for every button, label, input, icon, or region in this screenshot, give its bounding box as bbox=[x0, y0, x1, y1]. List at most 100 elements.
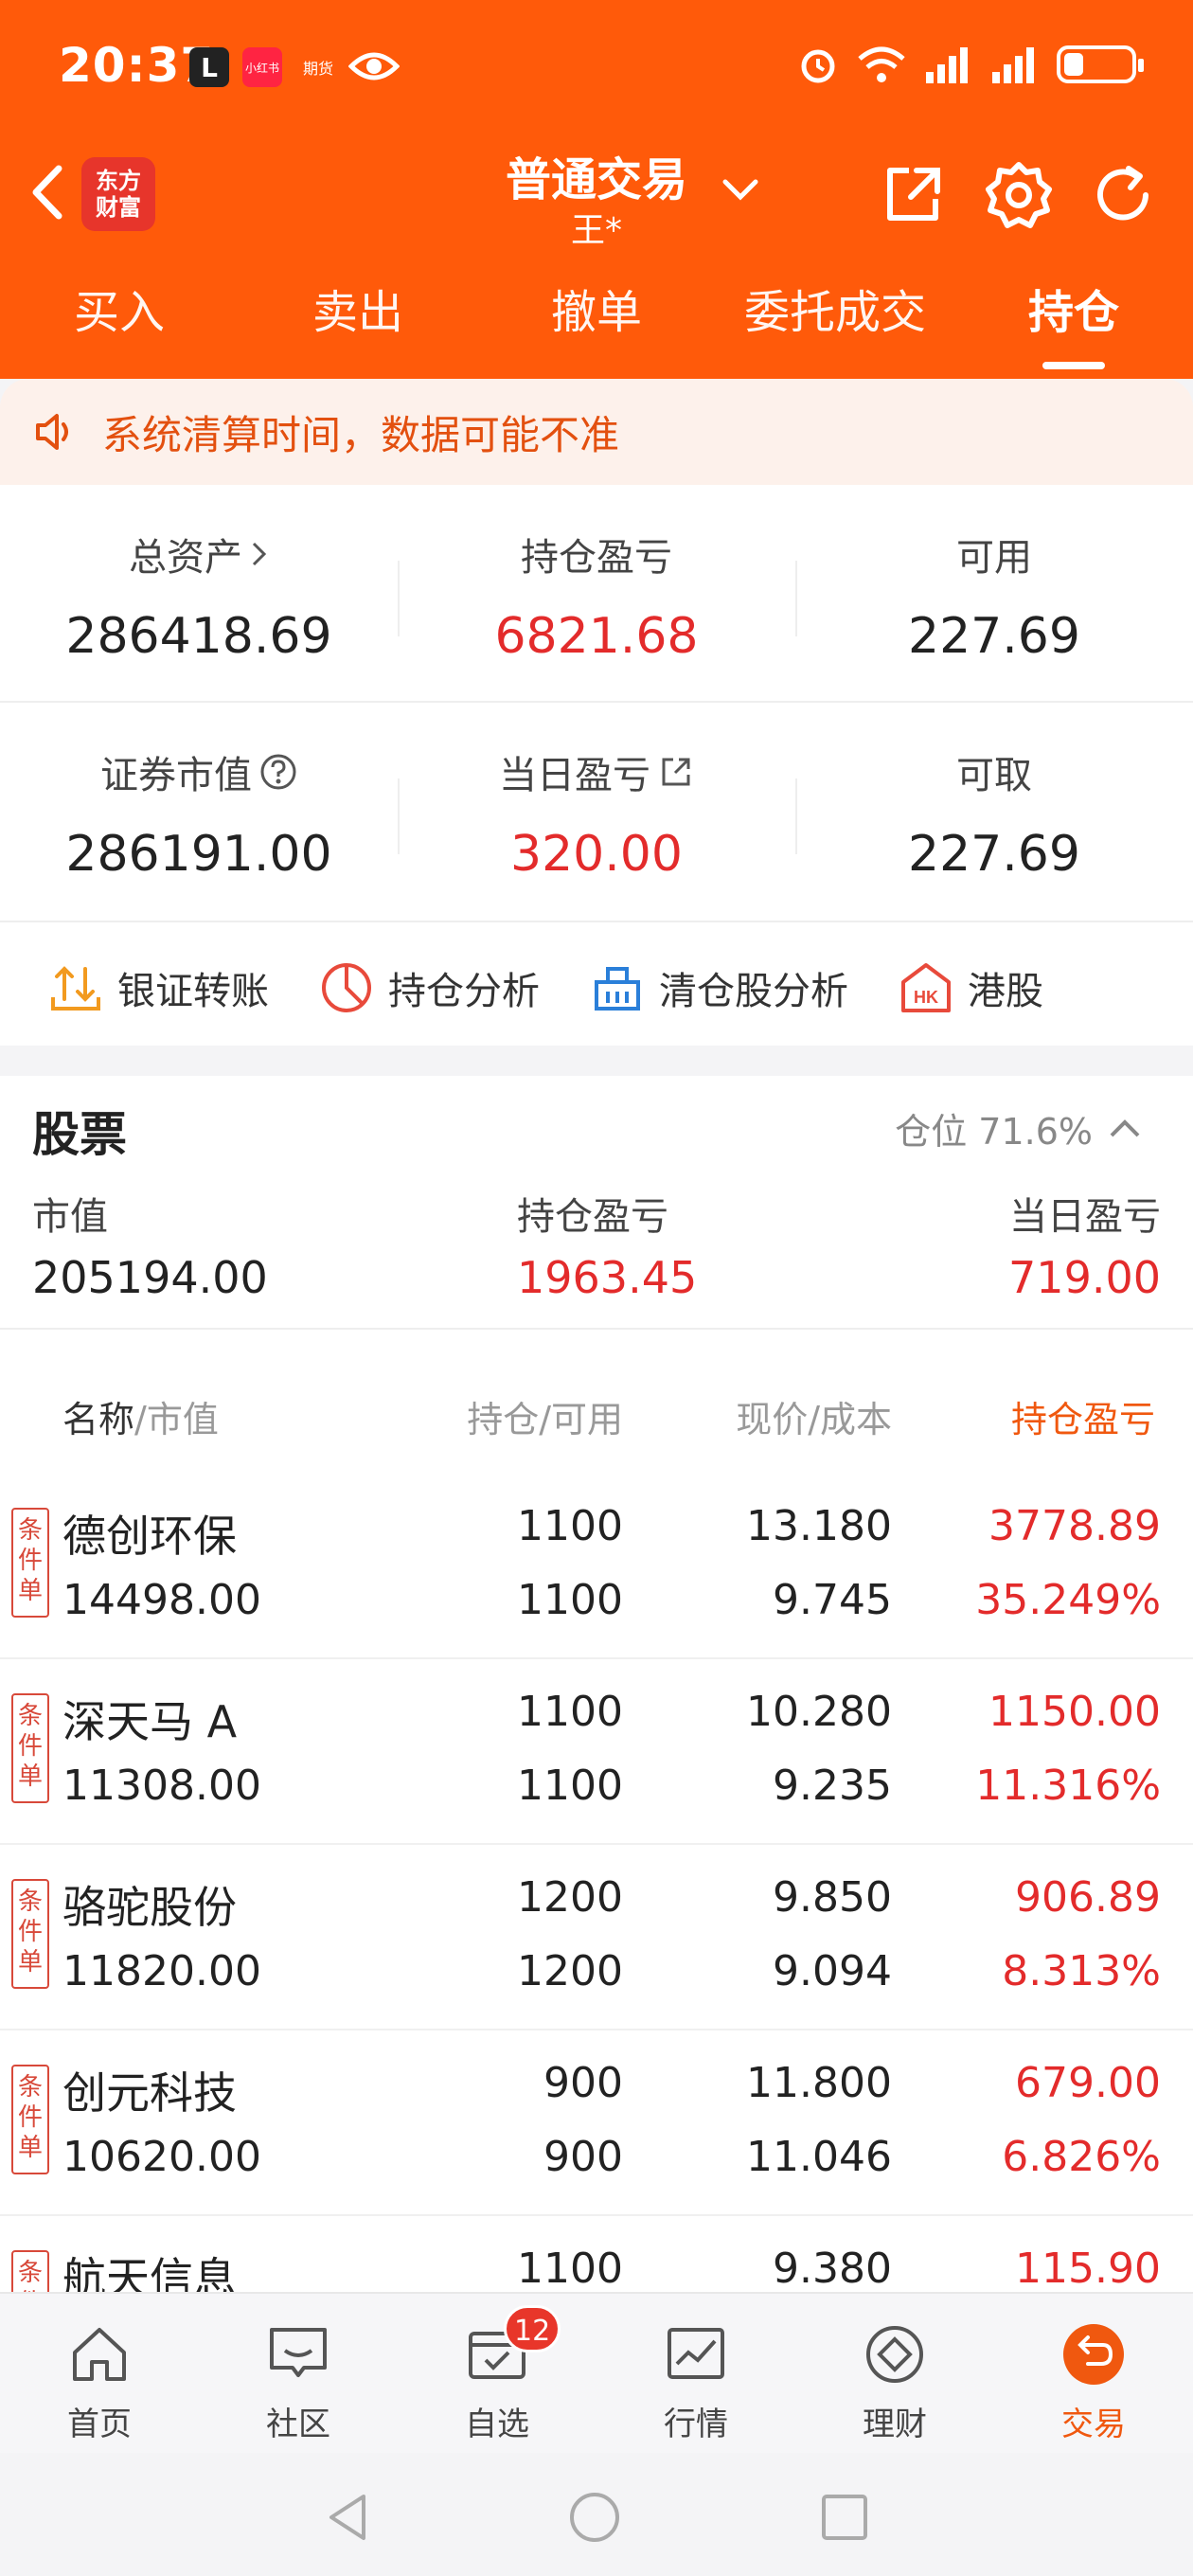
tool-position-analysis[interactable]: 持仓分析 bbox=[318, 959, 540, 1016]
nav-home[interactable]: 首页 bbox=[0, 2294, 199, 2453]
chart-icon bbox=[668, 2328, 724, 2379]
trade-icon bbox=[1063, 2324, 1124, 2385]
nav-watchlist[interactable]: 12 自选 bbox=[398, 2294, 596, 2453]
tab-orders[interactable]: 委托成交 bbox=[716, 275, 954, 369]
conditional-order-tag[interactable]: 条件单 bbox=[11, 2065, 49, 2174]
tab-positions[interactable]: 持仓 bbox=[954, 275, 1193, 369]
status-right-icons bbox=[797, 44, 1144, 85]
daily-pnl-cell[interactable]: 当日盈亏 320.00 bbox=[398, 703, 795, 919]
stock-hold: 1100 bbox=[517, 1502, 623, 1550]
nav-community[interactable]: 社区 bbox=[199, 2294, 398, 2453]
basket-icon bbox=[595, 967, 640, 1011]
transfer-icon bbox=[51, 966, 100, 1011]
system-recents-icon[interactable] bbox=[820, 2493, 869, 2542]
stock-market-value: 11820.00 bbox=[62, 1947, 261, 1995]
tag-char: 件 bbox=[17, 1918, 43, 1946]
stock-hold: 1200 bbox=[517, 1873, 623, 1922]
system-navigation-bar bbox=[0, 2453, 1193, 2576]
position-row[interactable]: 条件单深天马 A 11308.00 1100 1100 10.280 9.235 1150.… bbox=[0, 1659, 1193, 1845]
securities-label-wrap: 证券市值 bbox=[0, 744, 398, 799]
col-price-header[interactable]: 现价/成本 bbox=[736, 1390, 892, 1442]
stock-cost: 11.046 bbox=[746, 2133, 892, 2181]
alarm-icon bbox=[801, 49, 835, 83]
stock-market-value: 10620.00 bbox=[62, 2133, 261, 2181]
conditional-order-tag[interactable]: 条件单 bbox=[11, 1879, 49, 1989]
nav-label: 社区 bbox=[266, 2406, 330, 2443]
stocks-section-title: 股票 bbox=[32, 1107, 127, 1162]
total-assets-value: 286418.69 bbox=[65, 608, 332, 665]
battery-icon bbox=[1057, 45, 1144, 83]
col-name-header[interactable]: 名称/市值 bbox=[62, 1390, 219, 1442]
system-home-icon[interactable] bbox=[568, 2491, 621, 2544]
conditional-order-tag[interactable]: 条件单 bbox=[11, 1693, 49, 1803]
position-pnl-cell: 持仓盈亏 6821.68 bbox=[398, 485, 795, 701]
position-row[interactable]: 条件单航天信息10318.00110011009.3809.275115.901… bbox=[0, 2216, 1193, 2292]
daily-pnl-label-wrap: 当日盈亏 bbox=[398, 744, 795, 799]
position-row[interactable]: 条件单创元科技 10620.00 900 900 11.800 11.046 679.00 6… bbox=[0, 2030, 1193, 2216]
status-app-futures-icon: 期货 bbox=[302, 60, 333, 78]
col-name-sub: /市值 bbox=[134, 1399, 219, 1440]
nav-market[interactable]: 行情 bbox=[596, 2294, 795, 2453]
stock-name: 骆驼股份 bbox=[62, 1882, 237, 1933]
securities-value-label: 证券市值 bbox=[100, 754, 252, 797]
tab-sell[interactable]: 卖出 bbox=[239, 275, 477, 369]
settings-gear-icon[interactable] bbox=[981, 157, 1057, 233]
svg-text:HK: HK bbox=[914, 988, 938, 1007]
speaker-icon bbox=[36, 414, 68, 450]
hk-icon: HK bbox=[901, 963, 951, 1012]
tool-cleared-stock-analysis[interactable]: 清仓股分析 bbox=[589, 959, 848, 1016]
col-pnl-label: 持仓盈亏 bbox=[1010, 1399, 1155, 1440]
stock-available: 1100 bbox=[517, 1576, 623, 1624]
stock-market-value: 11308.00 bbox=[62, 1762, 261, 1810]
bottom-nav: 首页 社区 12 自选 行情 理财 交易 bbox=[0, 2292, 1193, 2453]
total-assets-label-wrap: 总资产 bbox=[0, 527, 398, 581]
tag-char: 单 bbox=[17, 2134, 43, 2162]
tool-bank-transfer[interactable]: 银证转账 bbox=[47, 959, 269, 1016]
diamond-icon bbox=[866, 2326, 923, 2383]
conditional-order-tag[interactable]: 条件单 bbox=[11, 2250, 49, 2292]
summary-mv-value: 205194.00 bbox=[32, 1252, 268, 1303]
tool-hk-stocks[interactable]: HK 港股 bbox=[898, 959, 1043, 1016]
stock-cost: 9.235 bbox=[773, 1762, 892, 1810]
divider bbox=[0, 1328, 1193, 1330]
conditional-order-tag[interactable]: 条件单 bbox=[11, 1508, 49, 1618]
position-ratio-toggle[interactable]: 仓位 71.6% bbox=[895, 1102, 1142, 1154]
stock-pnl-pct: 6.826% bbox=[1002, 2133, 1161, 2181]
system-back-icon[interactable] bbox=[324, 2491, 371, 2544]
share-external-icon[interactable] bbox=[875, 157, 951, 233]
col-pnl-header[interactable]: 持仓盈亏 bbox=[1011, 1390, 1155, 1442]
withdrawable-cell: 可取 227.69 bbox=[795, 703, 1193, 919]
summary-daily-value: 719.00 bbox=[1008, 1252, 1161, 1303]
tab-buy[interactable]: 买入 bbox=[0, 275, 239, 369]
available-label: 可用 bbox=[956, 536, 1032, 580]
tag-char: 件 bbox=[17, 1547, 43, 1575]
total-assets-cell[interactable]: 总资产 286418.69 bbox=[0, 485, 398, 701]
stock-available: 900 bbox=[543, 2133, 623, 2181]
stock-pnl: 3778.89 bbox=[988, 1502, 1161, 1550]
stock-available: 1100 bbox=[517, 1762, 623, 1810]
trade-tabs: 买入 卖出 撤单 委托成交 持仓 bbox=[0, 275, 1193, 369]
chevron-down-icon[interactable] bbox=[720, 170, 761, 208]
help-question-icon[interactable] bbox=[259, 753, 297, 791]
stock-name: 德创环保 bbox=[62, 1511, 237, 1562]
stock-pnl: 679.00 bbox=[1015, 2059, 1161, 2107]
nav-trade[interactable]: 交易 bbox=[994, 2294, 1193, 2453]
tab-cancel[interactable]: 撤单 bbox=[477, 275, 716, 369]
position-row[interactable]: 条件单德创环保 14498.00 1100 1100 13.180 9.745 3778.8… bbox=[0, 1474, 1193, 1659]
col-hold-header[interactable]: 持仓/可用 bbox=[467, 1390, 623, 1442]
stock-price: 10.280 bbox=[746, 1688, 892, 1736]
stock-price: 13.180 bbox=[746, 1502, 892, 1550]
tag-char: 单 bbox=[17, 1948, 43, 1977]
position-row[interactable]: 条件单骆驼股份 11820.00 1200 1200 9.850 9.094 906.89 8… bbox=[0, 1845, 1193, 2030]
nav-wealth[interactable]: 理财 bbox=[795, 2294, 994, 2453]
table-header: 名称/市值 持仓/可用 现价/成本 持仓盈亏 bbox=[0, 1351, 1193, 1474]
withdrawable-value: 227.69 bbox=[908, 826, 1080, 883]
asset-summary: 总资产 286418.69 持仓盈亏 6821.68 可用 227.69 证券市… bbox=[0, 485, 1193, 1046]
tool-label: 银证转账 bbox=[117, 970, 269, 1013]
tag-char: 条 bbox=[17, 2073, 43, 2102]
refresh-icon[interactable] bbox=[1085, 157, 1161, 233]
app-header: 20:37 L 小红书 期货 东方 财富 普通交易 王* 买入 卖出 撤单 委托… bbox=[0, 0, 1193, 379]
stock-price: 9.850 bbox=[773, 1873, 892, 1922]
stock-price: 9.380 bbox=[773, 2245, 892, 2292]
daily-pnl-value: 320.00 bbox=[510, 826, 683, 883]
